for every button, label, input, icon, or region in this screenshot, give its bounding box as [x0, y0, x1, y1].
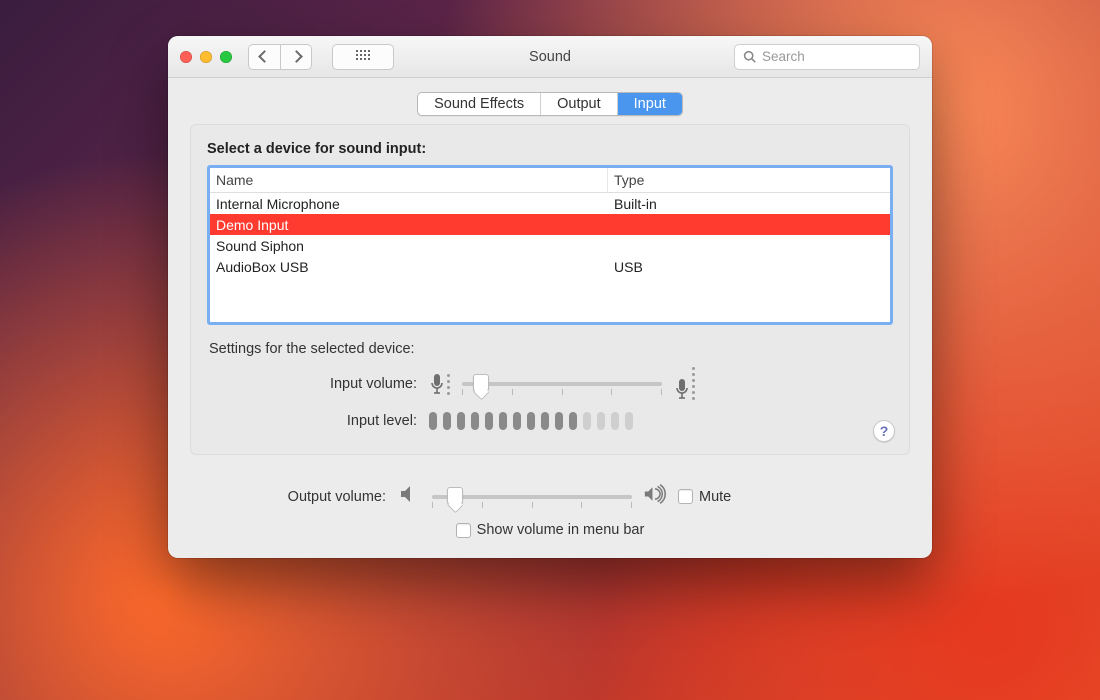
- device-table-header: Name Type: [210, 168, 890, 193]
- column-header-type[interactable]: Type: [608, 168, 890, 192]
- device-type: [608, 235, 890, 256]
- output-volume-label: Output volume:: [190, 489, 386, 505]
- device-select-heading: Select a device for sound input:: [207, 141, 893, 157]
- minimize-window-button[interactable]: [200, 51, 212, 63]
- speaker-low-icon: [398, 483, 420, 510]
- input-level-meter: [429, 412, 633, 430]
- device-name: Sound Siphon: [210, 235, 608, 256]
- tab-output[interactable]: Output: [541, 93, 618, 115]
- zoom-window-button[interactable]: [220, 51, 232, 63]
- back-button[interactable]: [248, 44, 280, 70]
- show-volume-menubar-checkbox[interactable]: Show volume in menu bar: [456, 522, 645, 538]
- input-level-label: Input level:: [207, 413, 417, 429]
- device-name: AudioBox USB: [210, 256, 608, 277]
- close-window-button[interactable]: [180, 51, 192, 63]
- titlebar: Sound Search: [168, 36, 932, 78]
- mic-low-icon: [429, 373, 450, 395]
- search-icon: [743, 50, 756, 63]
- input-level-row: Input level:: [207, 412, 893, 430]
- input-volume-row: Input volume:: [207, 367, 893, 400]
- forward-button[interactable]: [280, 44, 312, 70]
- device-table[interactable]: Name Type Internal MicrophoneBuilt-inDem…: [207, 165, 893, 325]
- checkbox-box: [678, 489, 693, 504]
- tab-sound-effects[interactable]: Sound Effects: [418, 93, 541, 115]
- column-header-name[interactable]: Name: [210, 168, 608, 192]
- search-field[interactable]: Search: [734, 44, 920, 70]
- output-volume-slider[interactable]: [432, 487, 632, 507]
- show-volume-menubar-label: Show volume in menu bar: [477, 522, 645, 538]
- input-volume-slider[interactable]: [462, 374, 662, 394]
- mic-high-icon: [674, 367, 695, 400]
- window-controls: [180, 51, 232, 63]
- output-volume-row: Output volume: Mute: [190, 483, 910, 510]
- device-row[interactable]: Internal MicrophoneBuilt-in: [210, 193, 890, 214]
- sound-preferences-window: Sound Search Sound EffectsOutputInput Se…: [168, 36, 932, 558]
- segmented-control: Sound EffectsOutputInput: [417, 92, 683, 116]
- show-all-button[interactable]: [332, 44, 394, 70]
- device-name: Demo Input: [210, 214, 608, 235]
- mute-label: Mute: [699, 489, 731, 505]
- footer: Output volume: Mute Show volume in menu …: [168, 467, 932, 558]
- device-row[interactable]: AudioBox USBUSB: [210, 256, 890, 277]
- grid-icon: [356, 50, 370, 64]
- speaker-high-icon: [644, 483, 666, 510]
- settings-heading: Settings for the selected device:: [209, 341, 893, 357]
- device-row[interactable]: Sound Siphon: [210, 235, 890, 256]
- checkbox-box: [456, 523, 471, 538]
- tab-bar: Sound EffectsOutputInput: [168, 78, 932, 124]
- input-volume-label: Input volume:: [207, 376, 417, 392]
- chevron-right-icon: [290, 50, 303, 63]
- input-panel: Select a device for sound input: Name Ty…: [190, 124, 910, 455]
- device-name: Internal Microphone: [210, 193, 608, 214]
- device-type: [608, 214, 890, 235]
- mute-checkbox[interactable]: Mute: [678, 489, 731, 505]
- device-row[interactable]: Demo Input: [210, 214, 890, 235]
- device-type: Built-in: [608, 193, 890, 214]
- chevron-left-icon: [258, 50, 271, 63]
- nav-buttons: [248, 44, 312, 70]
- search-placeholder: Search: [762, 49, 805, 64]
- device-type: USB: [608, 256, 890, 277]
- tab-input[interactable]: Input: [618, 93, 682, 115]
- help-button[interactable]: ?: [873, 420, 895, 442]
